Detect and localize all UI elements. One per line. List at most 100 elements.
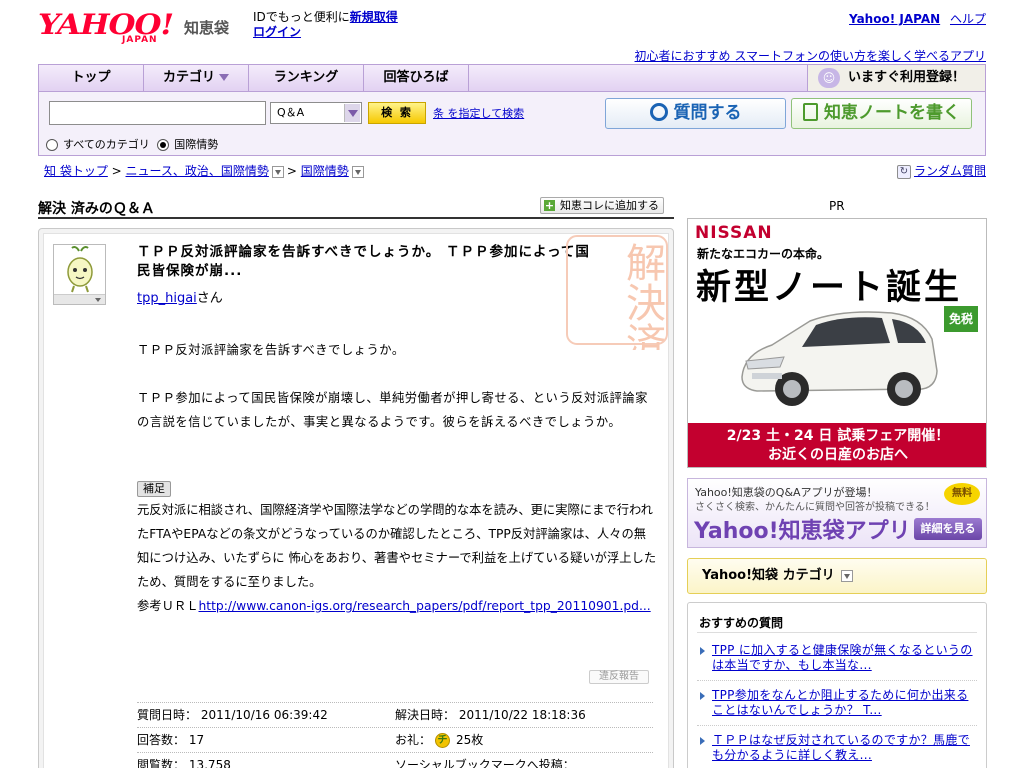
- resolved-date-value: 2011/10/22 18:18:36: [458, 708, 586, 722]
- plus-icon: +: [544, 199, 555, 212]
- add-collection-button[interactable]: + 知恵コレに追加する: [540, 197, 664, 214]
- answer-count: 回答数： 17: [137, 728, 204, 752]
- scope-all-radio[interactable]: [46, 139, 58, 151]
- recommended-item[interactable]: ＴＰＰはなぜ反対されているのですか？馬鹿でも分かるように詳しく教え...: [700, 733, 978, 763]
- avatar-menu-toggle[interactable]: [54, 294, 105, 304]
- scope-all-label: すべてのカテゴリ: [63, 138, 150, 151]
- search-button[interactable]: 検 索: [368, 102, 426, 124]
- supplement: 元反対派に相談され、国際経済学や国際法学などの学問的な本を読み、更に実際にまで行…: [137, 498, 657, 618]
- tab-ranking-label: ランキング: [273, 70, 339, 85]
- page: YAHOO! JAPAN 知恵袋 IDでもっと便利に新規取得 ログイン Yaho…: [0, 0, 1024, 768]
- chevron-down-icon[interactable]: [271, 165, 284, 178]
- question-author: tpp_higaiさん: [137, 287, 223, 306]
- global-nav: トップ カテゴリ ランキング 回答ひろば ☺ いますぐ利用登録！: [38, 64, 986, 92]
- answer-count-label: 回答数：: [137, 733, 186, 747]
- logo-sub: JAPAN: [122, 35, 158, 45]
- yahoo-logo[interactable]: YAHOO! JAPAN 知恵袋: [38, 10, 248, 48]
- yahoo-japan-link[interactable]: Yahoo! JAPAN: [849, 12, 940, 26]
- view-count-label: 閲覧数：: [137, 758, 186, 768]
- search-scope: すべてのカテゴリ 国際情勢: [46, 136, 218, 152]
- ask-question-label: 質問する: [673, 103, 742, 123]
- breadcrumb-news-politics[interactable]: ニュース、政治、国際情勢: [126, 164, 269, 178]
- app-ad-title: Yahoo!知恵袋アプリ: [694, 519, 911, 544]
- breadcrumb: 知 袋トップ > ニュース、政治、国際情勢 > 国際情勢: [44, 162, 367, 179]
- section-divider: [38, 217, 674, 219]
- service-name: 知恵袋: [184, 19, 230, 37]
- author-link[interactable]: tpp_higai: [137, 291, 197, 306]
- register-label: いますぐ利用登録！: [848, 70, 966, 85]
- free-badge: 無料: [944, 483, 980, 505]
- question-title: ＴＰＰ反対派評論家を告訴すべきでしょうか。 ＴＰＰ参加によって国民皆保険が崩..…: [137, 244, 590, 279]
- category-box[interactable]: Yahoo!知袋 カテゴリ: [687, 558, 987, 594]
- car-image: [741, 311, 938, 406]
- tax-exempt-badge: 免税: [944, 306, 978, 332]
- social-bookmarks-label: ソーシャルブックマークへ投稿：: [395, 758, 575, 768]
- search-input[interactable]: [49, 101, 266, 125]
- nissan-ad-banner[interactable]: NISSAN 新たなエコカーの本命。 新型ノート誕生 免税 2/23 土・24 …: [687, 218, 987, 468]
- category-box-label: Yahoo!知袋 カテゴリ: [702, 568, 835, 583]
- app-ad-line2: さくさく検索、かんたんに質問や回答が投稿できる！: [695, 502, 935, 513]
- advanced-search-link[interactable]: 条 を指定して検索: [433, 105, 524, 121]
- scope-current-radio[interactable]: [157, 139, 170, 151]
- write-note-label: 知恵ノートを書く: [824, 103, 960, 123]
- tab-answer-plaza-label: 回答ひろば: [383, 70, 449, 85]
- social-bookmarks: ソーシャルブックマークへ投稿：: [395, 753, 575, 768]
- recommended-item[interactable]: TPP参加をなんとか阻止するために何か出来ることはないんでしょうか？ T...: [700, 688, 978, 718]
- question-meta: 質問日時： 2011/10/16 06:39:42 解決日時： 2011/10/…: [137, 702, 653, 768]
- chevron-down-icon[interactable]: [840, 569, 853, 582]
- question-body-line: [137, 362, 657, 386]
- header-links: Yahoo! JAPAN ヘルプ 初心者におすすめ スマートフォンの使い方を楽し…: [635, 10, 986, 64]
- tab-category[interactable]: カテゴリ: [144, 65, 249, 91]
- search-panel: Q＆A 検 索 条 を指定して検索 質問する 知恵ノートを書く すべてのカテゴリ…: [38, 92, 986, 156]
- breadcrumb-international[interactable]: 国際情勢: [301, 164, 349, 178]
- nissan-footer-line2: お近くの日産のお店へ: [768, 447, 908, 463]
- supplement-label: 補足: [137, 481, 171, 497]
- app-ad-banner[interactable]: Yahoo!知恵袋のQ&Aアプリが登場！ さくさく検索、かんたんに質問や回答が投…: [687, 478, 987, 548]
- recommended-divider: [697, 632, 977, 633]
- meta-row: 閲覧数： 13,758 ソーシャルブックマークへ投稿：: [137, 752, 653, 768]
- coin-icon: チ: [435, 733, 451, 748]
- breadcrumb-home[interactable]: 知 袋トップ: [44, 164, 108, 178]
- avatar[interactable]: [53, 244, 106, 305]
- question-icon: [649, 102, 668, 121]
- search-type-select[interactable]: Q＆A: [270, 102, 362, 124]
- chevron-down-icon[interactable]: [351, 165, 364, 178]
- author-suffix: さん: [196, 291, 223, 306]
- random-question[interactable]: ↻ ランダム質問: [896, 162, 986, 179]
- avatar-character-icon: [67, 246, 93, 293]
- recommended-item[interactable]: TPP に加入すると健康保険が無くなるというのは本当ですか、もし本当な...: [700, 643, 978, 673]
- recommended-title: おすすめの質問: [699, 616, 784, 630]
- resolved-date-label: 解決日時：: [395, 708, 456, 722]
- list-divider: [697, 680, 977, 681]
- asked-date: 質問日時： 2011/10/16 06:39:42: [137, 703, 328, 727]
- smartphone-app-promo-link[interactable]: 初心者におすすめ スマートフォンの使い方を楽しく学べるアプリ: [635, 49, 986, 63]
- question-body: ＴＰＰ反対派評論家を告訴すべきでしょうか。 ＴＰＰ参加によって国民皆保険が崩壊し…: [137, 338, 657, 434]
- id-promo: IDでもっと便利に新規取得 ログイン: [253, 10, 398, 40]
- meta-row: 質問日時： 2011/10/16 06:39:42 解決日時： 2011/10/…: [137, 702, 653, 727]
- help-link[interactable]: ヘルプ: [950, 12, 986, 26]
- chevron-down-icon: [219, 74, 229, 81]
- user-group-icon: ☺: [818, 68, 840, 88]
- register-button[interactable]: ☺ いますぐ利用登録！: [807, 65, 985, 91]
- id-promo-text: IDでもっと便利に: [253, 10, 350, 24]
- tab-answer-plaza[interactable]: 回答ひろば: [364, 65, 469, 91]
- write-note-button[interactable]: 知恵ノートを書く: [791, 98, 972, 129]
- random-question-link[interactable]: ランダム質問: [914, 164, 986, 178]
- report-button[interactable]: 違反報告: [589, 670, 649, 684]
- reward: お礼：チ 25枚: [395, 728, 483, 752]
- tab-top[interactable]: トップ: [39, 65, 144, 91]
- view-count-value: 13,758: [188, 758, 231, 768]
- tab-ranking[interactable]: ランキング: [249, 65, 364, 91]
- login-link[interactable]: ログイン: [253, 25, 301, 39]
- supplement-text: 元反対派に相談され、国際経済学や国際法学などの学問的な本を読み、更に実際にまで行…: [137, 503, 657, 589]
- pr-label: PR: [829, 199, 845, 213]
- signup-link[interactable]: 新規取得: [350, 10, 398, 24]
- section-title: 解決 済みのＱ＆Ａ: [38, 201, 155, 217]
- reference-url-link[interactable]: http://www.canon-igs.org/research_papers…: [199, 599, 651, 613]
- ask-question-button[interactable]: 質問する: [605, 98, 786, 129]
- app-details-button[interactable]: 詳細を見る: [914, 518, 982, 540]
- reward-value: 25枚: [456, 733, 484, 747]
- resolved-stamp-text: 解決済み: [619, 242, 665, 350]
- asked-date-value: 2011/10/16 06:39:42: [200, 708, 328, 722]
- reference-url-label: 参考ＵＲＬ: [137, 599, 199, 613]
